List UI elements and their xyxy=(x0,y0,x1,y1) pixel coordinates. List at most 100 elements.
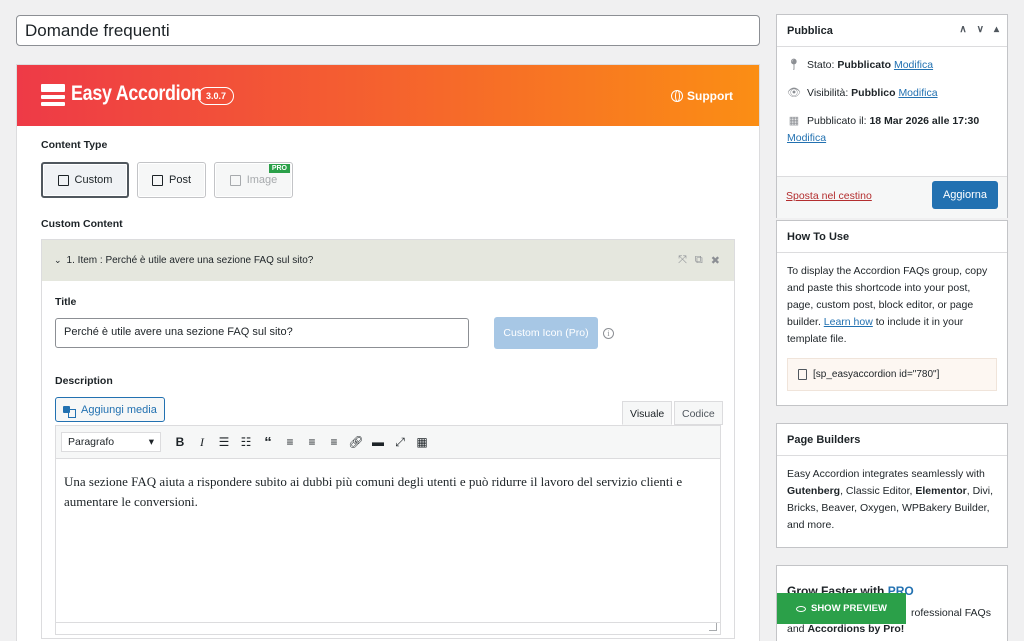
duplicate-icon[interactable]: ⧉ xyxy=(695,254,703,267)
content-type-label: Content Type xyxy=(41,139,108,151)
status-row: 📍︎ Stato: Pubblicato Modifica xyxy=(787,57,997,74)
pin-icon: 📍︎ xyxy=(787,59,801,71)
custom-content-icon xyxy=(57,174,69,186)
shortcode-box[interactable]: [sp_easyaccordion id="780"] xyxy=(787,358,997,391)
format-select[interactable]: Paragrafo ▾ xyxy=(61,432,161,452)
link-icon[interactable]: 🔗︎ xyxy=(345,431,367,453)
page-builders-box: Page Builders Easy Accordion integrates … xyxy=(776,423,1008,548)
elementor-label: Elementor xyxy=(915,485,967,497)
quote-icon[interactable]: “ xyxy=(257,431,279,453)
align-right-icon[interactable]: ≡ xyxy=(323,431,345,453)
pin-icon xyxy=(151,174,163,186)
title-field-label: Title xyxy=(55,296,77,308)
content-type-custom-label: Custom xyxy=(74,174,113,186)
content-type-image-button[interactable]: Image PRO xyxy=(214,162,293,198)
post-title-input[interactable]: Domande frequenti xyxy=(16,15,760,46)
publish-box: Pubblica ∧ ∨ ▴ 📍︎ Stato: Pubblicato Modi… xyxy=(776,14,1008,218)
add-media-label: Aggiungi media xyxy=(81,403,157,416)
eye-icon: 👁︎ xyxy=(787,87,801,99)
copy-icon[interactable] xyxy=(798,369,807,380)
gutenberg-label: Gutenberg xyxy=(787,485,841,497)
visibility-row: 👁︎ Visibilità: Pubblico Modifica xyxy=(787,85,997,102)
globe-icon xyxy=(671,90,683,102)
publish-title: Pubblica xyxy=(787,25,833,37)
expand-icon[interactable]: ⤧ xyxy=(678,254,687,267)
rich-text-editor: Paragrafo ▾ B I ☰ ☷ “ ≡ ≡ ≡ 🔗︎ ▬ ⤢ ▦ Una… xyxy=(55,425,721,635)
how-to-use-box: How To Use To display the Accordion FAQs… xyxy=(776,220,1008,406)
publish-box-body: 📍︎ Stato: Pubblicato Modifica 👁︎ Visibil… xyxy=(777,47,1007,157)
status-label: Stato: xyxy=(807,59,838,71)
shortcode-text: [sp_easyaccordion id="780"] xyxy=(813,369,940,380)
calendar-icon: ▦ xyxy=(788,115,800,127)
pro-badge: PRO xyxy=(268,164,290,173)
grow-text-a: and xyxy=(787,623,808,635)
page-builders-text-2: , Classic Editor, xyxy=(840,485,916,497)
how-to-use-body: To display the Accordion FAQs group, cop… xyxy=(777,253,1007,401)
grow-text-b: Accordions by Pro! xyxy=(807,623,905,635)
edit-date-link[interactable]: Modifica xyxy=(787,130,997,147)
plugin-name: Easy Accordion xyxy=(71,82,202,105)
italic-icon[interactable]: I xyxy=(191,431,213,453)
custom-content-label: Custom Content xyxy=(41,218,123,230)
support-link[interactable]: Support xyxy=(671,89,733,103)
visibility-value: Pubblico xyxy=(851,87,896,99)
published-label: Pubblicato il: xyxy=(807,115,870,127)
page-builders-header: Page Builders xyxy=(777,424,1007,456)
page-builders-text: Easy Accordion integrates seamlessly wit… xyxy=(787,468,985,480)
accordion-item-title: 1. Item : Perché è utile avere una sezio… xyxy=(66,255,314,266)
plugin-version: 3.0.7 xyxy=(198,87,235,105)
description-field-label: Description xyxy=(55,375,113,387)
show-preview-button[interactable]: SHOW PREVIEW xyxy=(777,593,906,624)
show-preview-label: SHOW PREVIEW xyxy=(810,603,887,614)
format-select-value: Paragrafo xyxy=(68,436,115,448)
visibility-label: Visibilità: xyxy=(807,87,852,99)
toggle-panel-icon[interactable]: ▴ xyxy=(994,24,999,35)
plugin-header: Easy Accordion 3.0.7 Support xyxy=(17,65,759,126)
editor-toolbar: Paragrafo ▾ B I ☰ ☷ “ ≡ ≡ ≡ 🔗︎ ▬ ⤢ ▦ xyxy=(56,426,720,459)
publish-box-header: Pubblica ∧ ∨ ▴ xyxy=(777,15,1007,47)
editor-content[interactable]: Una sezione FAQ aiuta a rispondere subit… xyxy=(56,459,720,525)
edit-status-link[interactable]: Modifica xyxy=(894,59,933,71)
edit-visibility-link[interactable]: Modifica xyxy=(898,87,937,99)
editor-status-bar xyxy=(56,622,720,634)
support-label: Support xyxy=(687,89,733,103)
bullet-list-icon[interactable]: ☰ xyxy=(213,431,235,453)
read-more-icon[interactable]: ▬ xyxy=(367,431,389,453)
accordion-item-panel: ⌄ 1. Item : Perché è utile avere una sez… xyxy=(41,239,735,639)
info-icon[interactable]: i xyxy=(603,328,614,339)
numbered-list-icon[interactable]: ☷ xyxy=(235,431,257,453)
content-type-post-button[interactable]: Post xyxy=(137,162,206,198)
image-icon xyxy=(229,174,241,186)
tab-visual[interactable]: Visuale xyxy=(622,401,673,425)
bold-icon[interactable]: B xyxy=(169,431,191,453)
toolbar-toggle-icon[interactable]: ▦ xyxy=(411,431,433,453)
tab-code[interactable]: Codice xyxy=(674,401,723,425)
align-center-icon[interactable]: ≡ xyxy=(301,431,323,453)
add-media-button[interactable]: Aggiungi media xyxy=(55,397,165,422)
status-value: Pubblicato xyxy=(837,59,892,71)
item-title-input[interactable]: Perché è utile avere una sezione FAQ sul… xyxy=(55,318,469,348)
published-date-row: ▦ Pubblicato il: 18 Mar 2026 alle 17:30 xyxy=(787,113,997,130)
chevron-down-icon: ⌄ xyxy=(54,255,62,265)
chevron-down-icon[interactable]: ∨ xyxy=(977,24,984,35)
trash-link[interactable]: Sposta nel cestino xyxy=(786,190,872,202)
chevron-up-icon[interactable]: ∧ xyxy=(959,24,966,35)
content-type-post-label: Post xyxy=(168,174,191,186)
page-builders-body: Easy Accordion integrates seamlessly wit… xyxy=(777,456,1007,544)
chevron-down-icon: ▾ xyxy=(148,436,154,448)
accordion-logo-icon xyxy=(41,84,65,106)
close-icon[interactable]: ✖ xyxy=(711,254,720,267)
accordion-metabox: Easy Accordion 3.0.7 Support Content Typ… xyxy=(16,64,760,641)
eye-icon xyxy=(795,605,806,612)
fullscreen-icon[interactable]: ⤢ xyxy=(389,431,411,453)
align-left-icon[interactable]: ≡ xyxy=(279,431,301,453)
accordion-item-header[interactable]: ⌄ 1. Item : Perché è utile avere una sez… xyxy=(42,240,734,281)
update-button[interactable]: Aggiorna xyxy=(932,181,998,209)
custom-icon-button[interactable]: Custom Icon (Pro) xyxy=(494,317,598,349)
how-to-use-header: How To Use xyxy=(777,221,1007,253)
media-icon xyxy=(63,404,76,418)
content-type-image-label: Image xyxy=(246,174,278,186)
resize-handle[interactable] xyxy=(709,623,717,631)
learn-how-link[interactable]: Learn how xyxy=(824,316,873,328)
content-type-custom-button[interactable]: Custom xyxy=(41,162,129,198)
